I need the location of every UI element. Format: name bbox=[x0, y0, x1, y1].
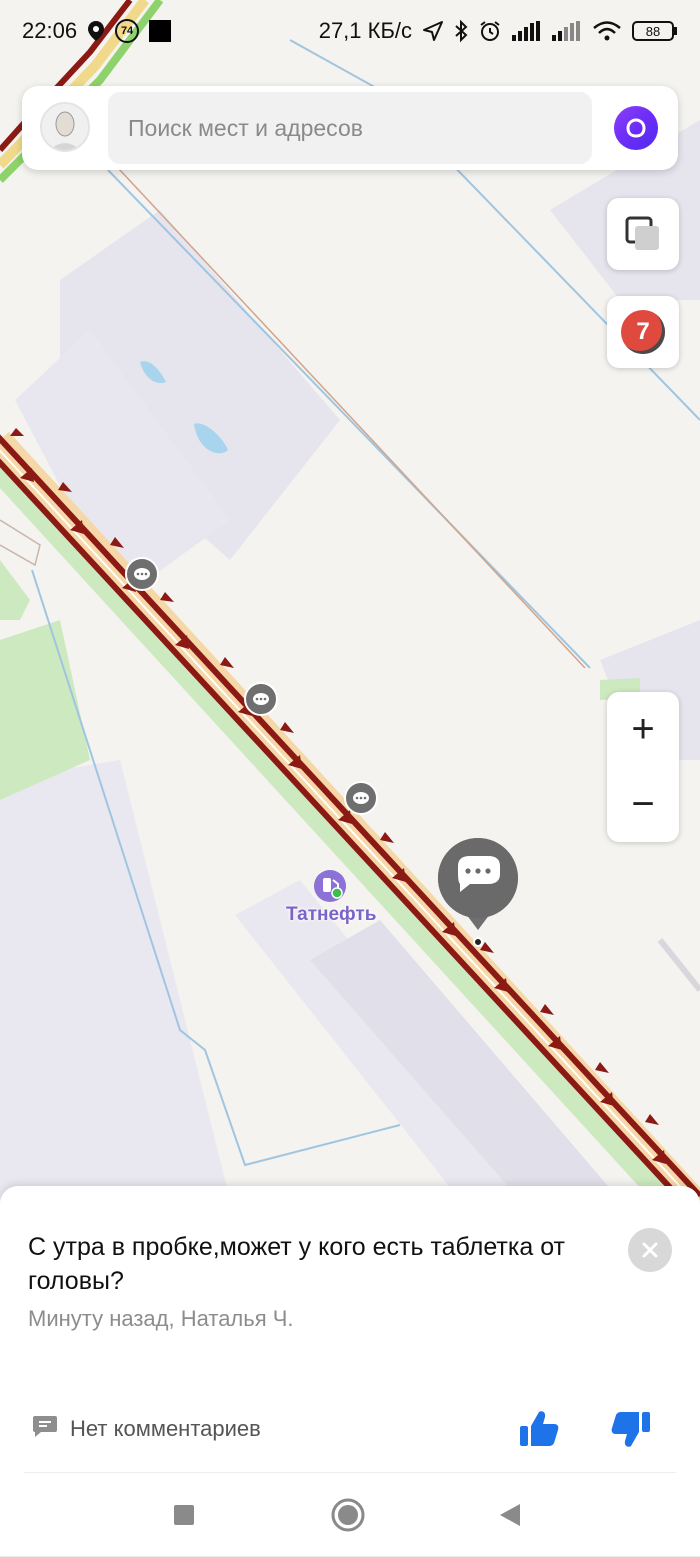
event-message: С утра в пробке,может у кого есть таблет… bbox=[28, 1233, 565, 1295]
bluetooth-icon bbox=[454, 19, 468, 43]
location-pin-icon bbox=[87, 20, 105, 42]
circle-icon bbox=[331, 1498, 365, 1532]
zoom-in-button[interactable]: + bbox=[607, 692, 679, 767]
chat-marker-small bbox=[344, 781, 378, 815]
notification-square-icon bbox=[149, 20, 172, 42]
thumbs-up-icon bbox=[520, 1411, 559, 1446]
battery-level: 88 bbox=[645, 23, 661, 39]
back-triangle-icon bbox=[500, 1504, 520, 1526]
user-avatar[interactable] bbox=[40, 102, 90, 152]
search-input[interactable] bbox=[108, 92, 592, 164]
dislike-button[interactable] bbox=[610, 1408, 652, 1450]
signal-strength-icon bbox=[512, 21, 542, 41]
recent-apps-button[interactable] bbox=[166, 1497, 202, 1533]
home-button[interactable] bbox=[330, 1497, 366, 1533]
speed-badge-icon: 74 bbox=[115, 19, 140, 43]
layers-button[interactable] bbox=[607, 198, 679, 270]
close-button[interactable] bbox=[628, 1228, 672, 1272]
like-button[interactable] bbox=[518, 1408, 560, 1450]
layers-icon bbox=[625, 216, 661, 257]
comment-icon bbox=[32, 1414, 58, 1443]
navigation-arrow-icon bbox=[422, 20, 444, 42]
status-bar: 22:06 74 27,1 КБ/с 88 bbox=[0, 0, 700, 62]
system-navigation-bar bbox=[24, 1472, 676, 1557]
close-icon bbox=[642, 1242, 658, 1258]
zoom-controls: + − bbox=[607, 692, 679, 842]
chat-marker-small bbox=[125, 557, 159, 591]
network-speed: 27,1 КБ/с bbox=[318, 18, 412, 43]
alice-assistant-icon[interactable] bbox=[614, 106, 658, 150]
battery-icon: 88 bbox=[632, 20, 678, 42]
chat-marker-small bbox=[244, 682, 278, 716]
poi-label-tatneft[interactable]: Татнефть bbox=[286, 904, 376, 926]
zoom-out-button[interactable]: − bbox=[607, 767, 679, 842]
signal-strength-2-icon bbox=[552, 21, 582, 41]
map-canvas[interactable] bbox=[0, 0, 700, 1200]
clock: 22:06 bbox=[22, 18, 78, 43]
comments-row[interactable]: Нет комментариев bbox=[32, 1414, 261, 1443]
back-button[interactable] bbox=[492, 1497, 528, 1533]
traffic-level-badge: 7 bbox=[621, 310, 665, 354]
thumbs-down-icon bbox=[611, 1412, 650, 1447]
fuel-station-poi bbox=[314, 870, 346, 902]
alarm-icon bbox=[478, 19, 502, 43]
comments-label: Нет комментариев bbox=[70, 1415, 261, 1441]
square-icon bbox=[174, 1505, 194, 1525]
traffic-button[interactable]: 7 bbox=[607, 296, 679, 368]
search-bar bbox=[22, 86, 678, 170]
event-meta: Минуту назад, Наталья Ч. bbox=[28, 1306, 294, 1331]
wifi-icon bbox=[592, 20, 622, 42]
